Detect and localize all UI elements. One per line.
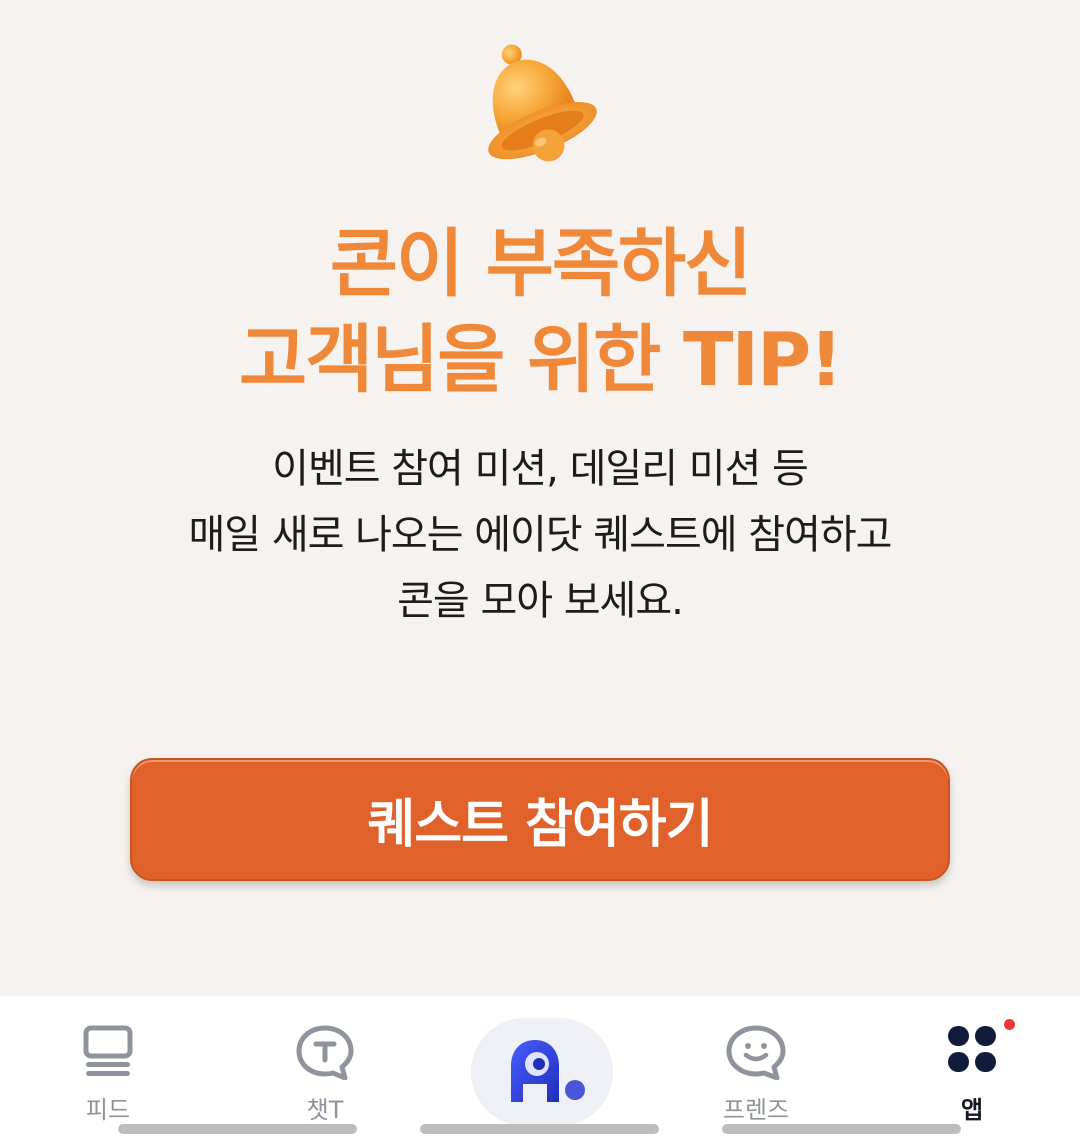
nav-label-chat-t: 챗T <box>306 1096 344 1124</box>
description-line2: 매일 새로 나오는 에이닷 퀘스트에 참여하고 <box>188 512 893 558</box>
scroll-indicator <box>118 1124 357 1134</box>
adot-character-icon <box>511 1040 585 1102</box>
nav-tab-adot[interactable] <box>471 1018 613 1126</box>
description-line1: 이벤트 참여 미션, 데일리 미션 등 <box>272 446 809 492</box>
nav-tab-chat-t[interactable]: 챗T <box>225 996 425 1126</box>
bell-icon <box>488 44 597 162</box>
chat-t-icon <box>296 1025 354 1080</box>
join-quest-button[interactable]: 퀘스트 참여하기 <box>130 758 950 881</box>
nav-label-friends: 프렌즈 <box>722 1096 790 1124</box>
headline-line1: 콘이 부족하신 <box>329 221 752 307</box>
nav-tab-apps[interactable]: 앱 <box>872 996 1072 1126</box>
feed-icon <box>83 1025 133 1076</box>
friends-icon <box>726 1025 786 1080</box>
scroll-indicator <box>420 1124 659 1134</box>
scroll-indicator <box>722 1124 961 1134</box>
main-content: 콘이 부족하신 고객님을 위한 TIP! 이벤트 참여 미션, 데일리 미션 등… <box>0 0 1080 996</box>
nav-label-feed: 피드 <box>85 1096 131 1124</box>
nav-tab-feed[interactable]: 피드 <box>8 996 208 1126</box>
description-line3: 콘을 모아 보세요. <box>397 578 684 624</box>
nav-tab-friends[interactable]: 프렌즈 <box>656 996 856 1126</box>
notification-badge <box>1004 1019 1015 1030</box>
nav-label-apps: 앱 <box>960 1096 984 1124</box>
apps-grid-icon <box>948 1026 996 1072</box>
headline-line2: 고객님을 위한 TIP! <box>239 317 843 403</box>
